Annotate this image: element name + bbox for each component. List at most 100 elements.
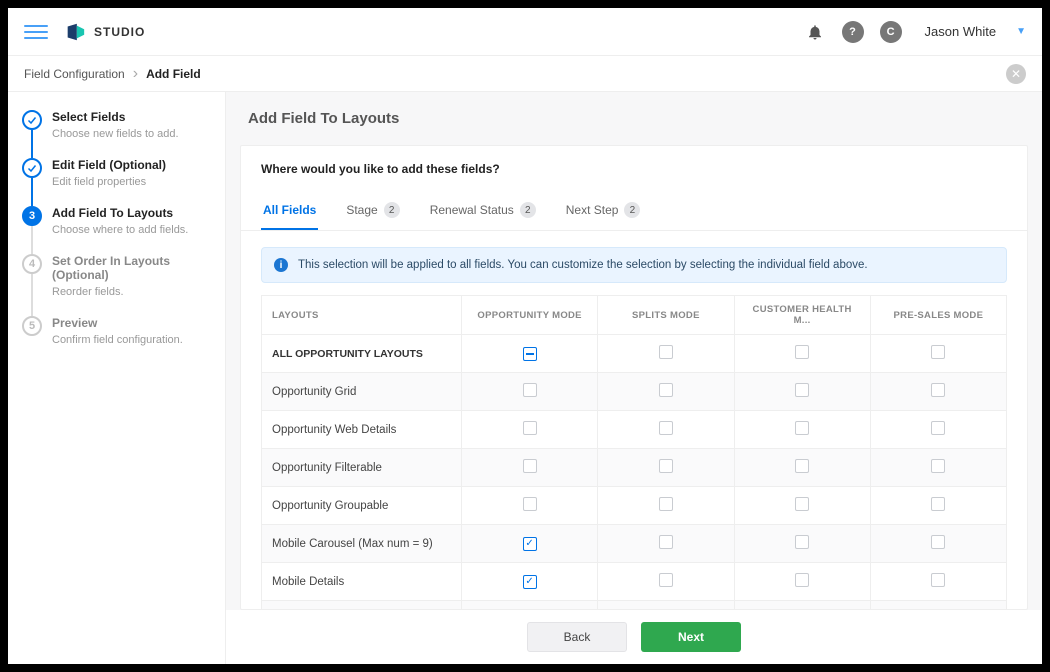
- layout-checkbox[interactable]: [659, 535, 673, 549]
- account-icon[interactable]: C: [877, 18, 905, 46]
- layout-checkbox[interactable]: [795, 421, 809, 435]
- step-description: Choose where to add fields.: [52, 224, 188, 236]
- field-tabs: All FieldsStage2Renewal Status2Next Step…: [241, 192, 1027, 231]
- main-content: Add Field To Layouts Where would you lik…: [226, 92, 1042, 664]
- layout-checkbox[interactable]: [795, 497, 809, 511]
- help-icon[interactable]: ?: [839, 18, 867, 46]
- layout-row: Opportunity Grid: [262, 373, 1007, 411]
- col-customer-health-mode: CUSTOMER HEALTH M...: [734, 296, 870, 335]
- info-icon: i: [274, 258, 288, 272]
- step-title: Add Field To Layouts: [52, 206, 188, 220]
- field-tab[interactable]: Renewal Status 2: [428, 192, 538, 230]
- layout-checkbox[interactable]: [523, 383, 537, 397]
- layout-checkbox[interactable]: [795, 459, 809, 473]
- wizard-step[interactable]: 3Add Field To LayoutsChoose where to add…: [22, 206, 211, 254]
- wizard-step[interactable]: 4Set Order In Layouts (Optional)Reorder …: [22, 254, 211, 316]
- col-opportunity-mode: OPPORTUNITY MODE: [462, 296, 598, 335]
- layout-checkbox[interactable]: [523, 537, 537, 551]
- wizard-step[interactable]: Select FieldsChoose new fields to add.: [22, 110, 211, 158]
- layout-checkbox[interactable]: [659, 421, 673, 435]
- layout-name: Opportunity Groupable: [262, 487, 462, 525]
- check-icon: [22, 158, 42, 178]
- tab-label: All Fields: [263, 203, 316, 217]
- field-tab[interactable]: All Fields: [261, 192, 318, 230]
- wizard-footer: Back Next: [226, 610, 1042, 664]
- layout-name: Opportunity Grid: [262, 373, 462, 411]
- breadcrumb-current: Add Field: [146, 67, 201, 81]
- layout-group-row: ALL OPPORTUNITY LAYOUTS: [262, 335, 1007, 373]
- layout-checkbox[interactable]: [931, 459, 945, 473]
- layout-checkbox[interactable]: [931, 535, 945, 549]
- question-text: Where would you like to add these fields…: [241, 146, 1027, 192]
- layout-name: Mobile Carousel (Max num = 9): [262, 525, 462, 563]
- tab-label: Stage: [346, 203, 377, 217]
- info-banner: i This selection will be applied to all …: [261, 247, 1007, 283]
- field-tab[interactable]: Stage 2: [344, 192, 401, 230]
- layout-checkbox[interactable]: [931, 345, 945, 359]
- layout-group-row: ALL ANALYTICS LAYOUTS: [262, 601, 1007, 610]
- menu-icon[interactable]: [24, 20, 48, 44]
- layout-name: ALL ANALYTICS LAYOUTS: [262, 601, 462, 610]
- step-number: 5: [22, 316, 42, 336]
- step-title: Preview: [52, 316, 183, 330]
- user-menu[interactable]: Jason White ▼: [925, 24, 1026, 39]
- user-name: Jason White: [925, 24, 997, 39]
- layout-checkbox[interactable]: [523, 575, 537, 589]
- tab-label: Renewal Status: [430, 203, 514, 217]
- layout-checkbox[interactable]: [931, 421, 945, 435]
- layout-name: Opportunity Filterable: [262, 449, 462, 487]
- logo-icon: [64, 21, 86, 43]
- layout-checkbox[interactable]: [795, 573, 809, 587]
- bell-icon[interactable]: [801, 18, 829, 46]
- next-button[interactable]: Next: [641, 622, 741, 652]
- field-tab[interactable]: Next Step2: [564, 192, 643, 230]
- layout-checkbox[interactable]: [659, 345, 673, 359]
- layout-name: Opportunity Web Details: [262, 411, 462, 449]
- layout-row: Opportunity Groupable: [262, 487, 1007, 525]
- logo[interactable]: STUDIO: [64, 21, 145, 43]
- col-pre-sales-mode: PRE-SALES MODE: [870, 296, 1006, 335]
- layout-checkbox[interactable]: [659, 459, 673, 473]
- layout-checkbox[interactable]: [659, 497, 673, 511]
- layout-checkbox[interactable]: [931, 383, 945, 397]
- layout-name: Mobile Details: [262, 563, 462, 601]
- info-text: This selection will be applied to all fi…: [298, 259, 868, 271]
- layout-checkbox[interactable]: [795, 345, 809, 359]
- tab-count-badge: 2: [520, 202, 536, 218]
- step-title: Edit Field (Optional): [52, 158, 166, 172]
- col-layouts: LAYOUTS: [262, 296, 462, 335]
- layout-checkbox[interactable]: [795, 535, 809, 549]
- layout-checkbox[interactable]: [659, 383, 673, 397]
- breadcrumb: Field Configuration › Add Field ✕: [8, 56, 1042, 92]
- tab-count-badge: 2: [384, 202, 400, 218]
- layout-checkbox[interactable]: [795, 383, 809, 397]
- layout-name: ALL OPPORTUNITY LAYOUTS: [262, 335, 462, 373]
- step-title: Select Fields: [52, 110, 179, 124]
- chevron-down-icon: ▼: [1016, 26, 1026, 37]
- top-bar: STUDIO ? C Jason White ▼: [8, 8, 1042, 56]
- step-description: Edit field properties: [52, 176, 166, 188]
- chevron-right-icon: ›: [133, 65, 138, 83]
- layout-checkbox[interactable]: [931, 573, 945, 587]
- layout-checkbox[interactable]: [523, 459, 537, 473]
- layout-checkbox[interactable]: [523, 421, 537, 435]
- layout-checkbox[interactable]: [931, 497, 945, 511]
- breadcrumb-item[interactable]: Field Configuration: [24, 67, 125, 81]
- step-description: Confirm field configuration.: [52, 334, 183, 346]
- check-icon: [22, 110, 42, 130]
- app-name: STUDIO: [94, 25, 145, 39]
- layout-panel: Where would you like to add these fields…: [240, 145, 1028, 610]
- wizard-stepper: Select FieldsChoose new fields to add.Ed…: [8, 92, 226, 664]
- close-icon[interactable]: ✕: [1006, 64, 1026, 84]
- layout-row: Opportunity Filterable: [262, 449, 1007, 487]
- layout-checkbox[interactable]: [523, 497, 537, 511]
- layout-checkbox[interactable]: [659, 573, 673, 587]
- wizard-step[interactable]: 5 Preview Confirm field configuration.: [22, 316, 211, 364]
- layout-checkbox[interactable]: [523, 347, 537, 361]
- col-splits-mode: SPLITS MODE: [598, 296, 734, 335]
- tab-count-badge: 2: [624, 202, 640, 218]
- wizard-step[interactable]: Edit Field (Optional) Edit field properti…: [22, 158, 211, 206]
- back-button[interactable]: Back: [527, 622, 627, 652]
- step-number: 4: [22, 254, 42, 274]
- step-description: Reorder fields.: [52, 286, 211, 298]
